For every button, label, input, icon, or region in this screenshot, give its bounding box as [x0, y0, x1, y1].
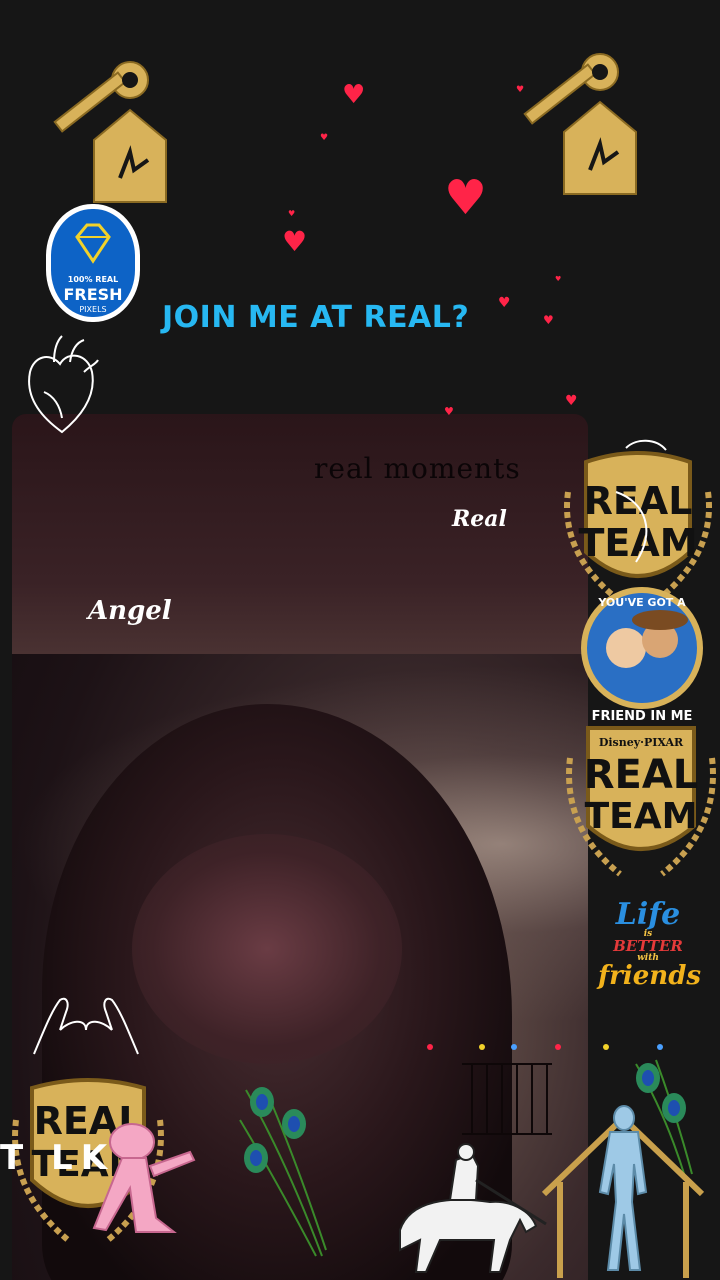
key-house-icon — [523, 53, 637, 195]
knight-horse-icon — [399, 1143, 547, 1273]
angel-text: Angel — [88, 596, 172, 626]
video-face — [132, 834, 402, 1064]
moments-text: real moments — [314, 452, 521, 485]
headline: JOIN ME AT REAL? — [162, 300, 470, 335]
peacock-feather-icon — [239, 1087, 327, 1257]
pink-panther-icon — [92, 1123, 196, 1233]
diamond-icon — [75, 223, 111, 264]
shield-line2: TEAM — [585, 796, 698, 837]
heart-icon: ♥ — [565, 393, 578, 409]
fresh-pixels-badge: 100% REAL FRESH PIXELS — [46, 204, 140, 322]
real-team-disney-shield: Disney·PIXAR REAL TEAM — [566, 726, 716, 877]
real-text: Real — [452, 506, 507, 532]
dots-row — [427, 1044, 663, 1050]
key-house-icon — [53, 61, 167, 203]
heart-icon: ♥ — [543, 313, 554, 327]
heart-icon: ♥ — [444, 170, 488, 226]
life-text: Life — [615, 897, 681, 932]
friends-text: friends — [598, 961, 702, 991]
better-text: BETTER — [613, 937, 683, 955]
badge-line2: FRESH — [63, 285, 123, 304]
badge-line1: 100% REAL — [67, 275, 119, 284]
ring-top-text: YOU'VE GOT A — [597, 596, 686, 609]
heart-icon: ♥ — [555, 275, 562, 283]
shield-line1: REAL — [584, 479, 693, 523]
heart-icon: ♥ — [342, 80, 366, 110]
talk-text: T LK — [0, 1138, 116, 1178]
heart-icon: ♥ — [444, 405, 454, 418]
heart-icon: ♥ — [288, 209, 296, 218]
heart-icon: ♥ — [282, 225, 308, 258]
badge-line3: PIXELS — [79, 305, 107, 314]
heart-icon: ♥ — [498, 295, 511, 311]
life-better-sticker: Life is BETTER with friends — [598, 897, 702, 991]
figure-icon — [598, 1105, 648, 1271]
brand-text: Disney·PIXAR — [599, 736, 684, 749]
pinky-promise-icon — [33, 997, 139, 1055]
shield-line1: REAL — [584, 752, 699, 798]
anatomical-heart-icon — [28, 335, 99, 434]
heart-icon: ♥ — [320, 133, 329, 143]
